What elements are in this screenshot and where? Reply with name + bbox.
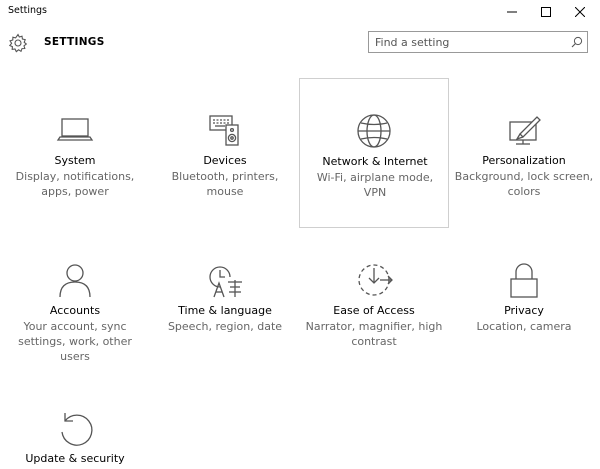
category-description: Background, lock screen, colors (454, 170, 594, 198)
category-description: Narrator, magnifier, high contrast (305, 320, 443, 348)
gear-icon (8, 33, 28, 53)
laptop-icon (55, 110, 95, 150)
category-description: Speech, region, date (167, 320, 283, 333)
personalization-icon (504, 110, 544, 150)
globe-icon (354, 111, 394, 151)
category-name: Ease of Access (333, 304, 415, 317)
category-name: Personalization (482, 154, 566, 167)
close-icon (575, 7, 585, 17)
category-accounts[interactable]: Accounts Your account, sync settings, wo… (0, 228, 150, 378)
title-bar: Settings (0, 0, 600, 24)
category-time-language[interactable]: Time & language Speech, region, date (150, 228, 300, 378)
devices-icon (205, 110, 245, 150)
category-name: Accounts (49, 304, 101, 317)
category-description: Location, camera (476, 320, 572, 333)
category-name: Time & language (178, 304, 272, 317)
category-system[interactable]: System Display, notifications, apps, pow… (0, 78, 150, 228)
category-description: Display, notifications, apps, power (15, 170, 135, 198)
category-name: Update & security (25, 452, 125, 465)
category-name: System (54, 154, 96, 167)
category-description: Wi-Fi, airplane mode, VPN (316, 171, 434, 199)
page-title: SETTINGS (44, 36, 105, 48)
category-devices[interactable]: Devices Bluetooth, printers, mouse (150, 78, 300, 228)
category-name: Privacy (504, 304, 544, 317)
category-description: Your account, sync settings, work, other… (18, 320, 132, 363)
ease-of-access-icon (354, 260, 394, 300)
lock-icon (504, 260, 544, 300)
search-input[interactable] (369, 32, 571, 52)
category-update-security[interactable]: Update & security (0, 376, 150, 469)
time-language-icon (205, 260, 245, 300)
category-name: Devices (203, 154, 247, 167)
maximize-icon (541, 7, 551, 17)
category-network-internet[interactable]: Network & Internet Wi-Fi, airplane mode,… (299, 78, 449, 228)
category-name: Network & Internet (322, 155, 428, 168)
close-button[interactable] (560, 0, 600, 24)
update-icon (55, 408, 95, 448)
person-icon (55, 260, 95, 300)
category-privacy[interactable]: Privacy Location, camera (449, 228, 599, 378)
search-box[interactable] (368, 31, 588, 53)
category-ease-of-access[interactable]: Ease of Access Narrator, magnifier, high… (299, 228, 449, 378)
minimize-icon (507, 11, 517, 13)
category-personalization[interactable]: Personalization Background, lock screen,… (449, 78, 599, 228)
category-description: Bluetooth, printers, mouse (171, 170, 279, 198)
window-title: Settings (8, 5, 47, 16)
search-icon[interactable] (571, 36, 583, 48)
